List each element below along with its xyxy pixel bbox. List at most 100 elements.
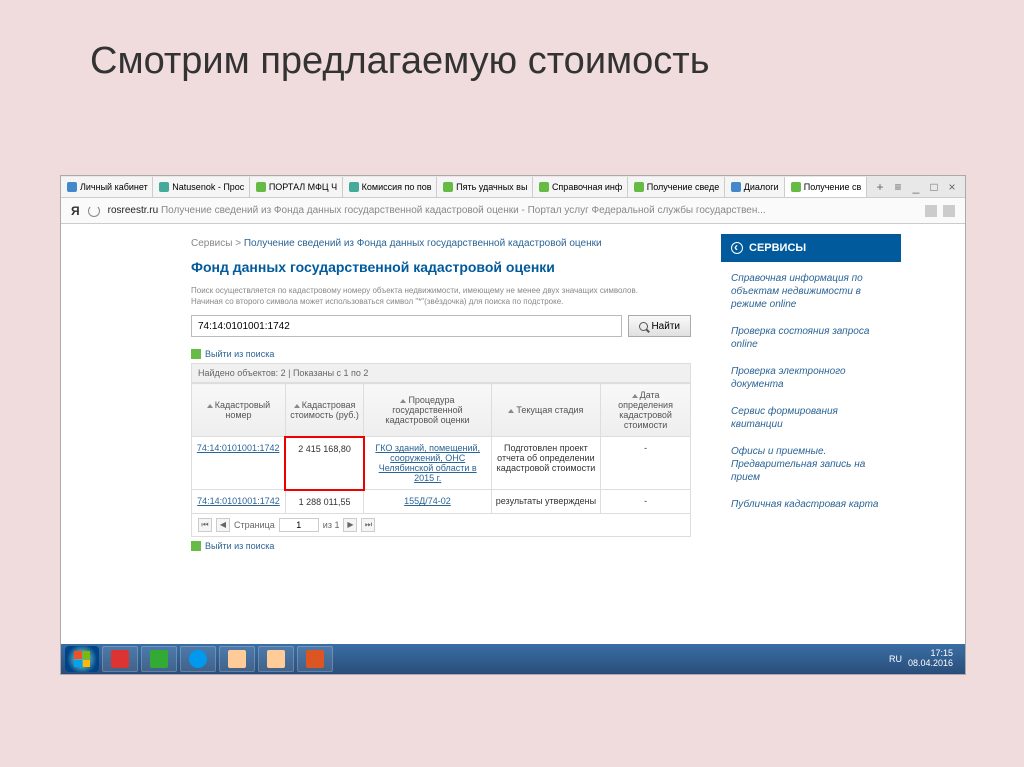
table-row: 74:14:0101001:1742 1 288 011,55 155Д/74-… xyxy=(192,490,691,514)
sidebar-link[interactable]: Офисы и приемные. Предварительная запись… xyxy=(731,445,891,484)
cadastral-link[interactable]: 74:14:0101001:1742 xyxy=(197,443,280,453)
procedure-link[interactable]: ГКО зданий, помещений, сооружений, ОНС Ч… xyxy=(375,443,480,483)
pager-prev[interactable]: ◀ xyxy=(216,518,230,532)
download-icon[interactable] xyxy=(943,205,955,217)
procedure-link[interactable]: 155Д/74-02 xyxy=(404,496,451,506)
explorer-icon xyxy=(267,650,285,668)
taskbar-item[interactable] xyxy=(258,646,294,672)
page-content: Сервисы > Получение сведений из Фонда да… xyxy=(61,224,965,674)
yandex-logo[interactable]: Я xyxy=(71,204,80,218)
breadcrumb: Сервисы > Получение сведений из Фонда да… xyxy=(191,234,691,259)
tab-label: ПОРТАЛ МФЦ Ч xyxy=(269,182,337,192)
browser-tab-active[interactable]: Получение св xyxy=(785,177,867,197)
browser-tab[interactable]: Личный кабинет xyxy=(61,177,153,197)
search-icon xyxy=(639,322,648,331)
date-cell: - xyxy=(601,490,691,514)
tray-clock[interactable]: 17:15 08.04.2016 xyxy=(908,649,953,669)
taskbar: RU 17:15 08.04.2016 xyxy=(61,644,965,674)
col-procedure[interactable]: Процедура государственной кадастровой оц… xyxy=(364,384,491,437)
sidebar-link[interactable]: Справочная информация по объектам недвиж… xyxy=(731,272,891,311)
close-icon[interactable]: × xyxy=(945,180,959,194)
browser-window: Личный кабинет Natusenok - Прос ПОРТАЛ М… xyxy=(60,175,966,675)
windows-logo-icon xyxy=(74,651,90,667)
search-input[interactable] xyxy=(191,315,622,337)
browser-tab[interactable]: ПОРТАЛ МФЦ Ч xyxy=(250,177,343,197)
tab-label: Личный кабинет xyxy=(80,182,148,192)
tab-favicon xyxy=(539,182,549,192)
breadcrumb-current[interactable]: Получение сведений из Фонда данных госуд… xyxy=(244,238,602,249)
minimize-icon[interactable]: _ xyxy=(909,180,923,194)
tab-favicon xyxy=(67,182,77,192)
taskbar-item[interactable] xyxy=(141,646,177,672)
sidebar-link[interactable]: Публичная кадастровая карта xyxy=(731,498,891,511)
sidebar-header: СЕРВИСЫ xyxy=(721,234,901,262)
url-field[interactable]: rosreestr.ru Получение сведений из Фонда… xyxy=(108,205,917,216)
table-row: 74:14:0101001:1742 2 415 168,80 ГКО здан… xyxy=(192,437,691,490)
exit-icon xyxy=(191,541,201,551)
tab-label: Диалоги xyxy=(744,182,779,192)
back-icon[interactable] xyxy=(731,242,743,254)
col-cadastral-number[interactable]: Кадастровый номер xyxy=(192,384,286,437)
taskbar-item[interactable] xyxy=(180,646,216,672)
col-date[interactable]: Дата определения кадастровой стоимости xyxy=(601,384,691,437)
tab-label: Получение св xyxy=(804,182,862,192)
taskbar-item[interactable] xyxy=(219,646,255,672)
pager-last[interactable]: ⏭ xyxy=(361,518,375,532)
browser-tab[interactable]: Справочная инф xyxy=(533,177,628,197)
app-icon xyxy=(111,650,129,668)
slide-title: Смотрим предлагаемую стоимость xyxy=(0,0,1024,103)
cost-highlighted: 2 415 168,80 xyxy=(285,437,363,490)
results-count: Найдено объектов: 2 | Показаны с 1 по 2 xyxy=(191,363,691,383)
tab-favicon xyxy=(791,182,801,192)
sidebar-link[interactable]: Сервис формирования квитанции xyxy=(731,405,891,431)
tab-favicon xyxy=(159,182,169,192)
url-path: Получение сведений из Фонда данных госуд… xyxy=(161,205,766,216)
powerpoint-icon xyxy=(306,650,324,668)
sidebar-link[interactable]: Проверка электронного документа xyxy=(731,365,891,391)
taskbar-item[interactable] xyxy=(102,646,138,672)
tab-bar: Личный кабинет Natusenok - Прос ПОРТАЛ М… xyxy=(61,176,965,198)
breadcrumb-root[interactable]: Сервисы xyxy=(191,238,232,249)
start-button[interactable] xyxy=(65,646,99,672)
pager-input[interactable] xyxy=(279,518,319,532)
tab-favicon xyxy=(443,182,453,192)
refresh-icon[interactable] xyxy=(88,205,100,217)
stage-cell: Подготовлен проект отчета об определении… xyxy=(491,437,600,490)
taskbar-item[interactable] xyxy=(297,646,333,672)
exit-icon xyxy=(191,349,201,359)
menu-icon[interactable]: ≡ xyxy=(891,180,905,194)
exit-search-link-bottom[interactable]: Выйти из поиска xyxy=(191,537,691,555)
search-hint: Поиск осуществляется по кадастровому ном… xyxy=(191,285,691,307)
col-cost[interactable]: Кадастровая стоимость (руб.) xyxy=(285,384,363,437)
bookmark-icon[interactable] xyxy=(925,205,937,217)
tab-label: Пять удачных вы xyxy=(456,182,527,192)
exit-search-link[interactable]: Выйти из поиска xyxy=(191,345,691,363)
new-tab-icon[interactable]: + xyxy=(873,180,887,194)
maximize-icon[interactable]: □ xyxy=(927,180,941,194)
skype-icon xyxy=(189,650,207,668)
pager-first[interactable]: ⏮ xyxy=(198,518,212,532)
col-stage[interactable]: Текущая стадия xyxy=(491,384,600,437)
system-tray: RU 17:15 08.04.2016 xyxy=(889,649,961,669)
page-title: Фонд данных государственной кадастровой … xyxy=(191,259,691,275)
browser-tab[interactable]: Получение сведе xyxy=(628,177,725,197)
date-cell: - xyxy=(601,437,691,490)
sidebar-link[interactable]: Проверка состояния запроса online xyxy=(731,325,891,351)
tray-lang[interactable]: RU xyxy=(889,654,902,664)
search-button[interactable]: Найти xyxy=(628,315,691,337)
tab-favicon xyxy=(731,182,741,192)
browser-tab[interactable]: Комиссия по пов xyxy=(343,177,437,197)
tab-label: Комиссия по пов xyxy=(362,182,432,192)
browser-tab[interactable]: Пять удачных вы xyxy=(437,177,533,197)
tab-favicon xyxy=(349,182,359,192)
pager-next[interactable]: ▶ xyxy=(343,518,357,532)
browser-tab[interactable]: Диалоги xyxy=(725,177,785,197)
pager: ⏮ ◀ Страница из 1 ▶ ⏭ xyxy=(191,514,691,537)
explorer-icon xyxy=(228,650,246,668)
tab-label: Natusenok - Прос xyxy=(172,182,244,192)
cadastral-link[interactable]: 74:14:0101001:1742 xyxy=(197,496,280,506)
tab-favicon xyxy=(256,182,266,192)
browser-tab[interactable]: Natusenok - Прос xyxy=(153,177,250,197)
stage-cell: результаты утверждены xyxy=(491,490,600,514)
address-bar: Я rosreestr.ru Получение сведений из Фон… xyxy=(61,198,965,224)
